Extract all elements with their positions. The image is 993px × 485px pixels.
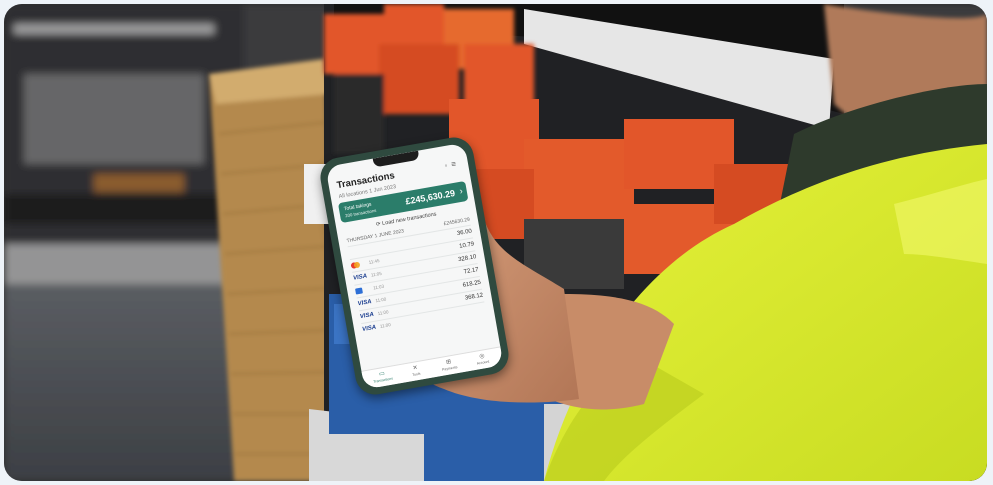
tab-account[interactable]: ◎ Account [467, 350, 497, 367]
transaction-value: 36.00 [456, 228, 473, 238]
tab-tools[interactable]: ✕ Tools [401, 362, 431, 379]
tab-label: Transactions [372, 376, 394, 384]
visa-icon: VISA [361, 324, 377, 333]
total-amount: £245,630.29 [404, 187, 456, 207]
transaction-value: 618.25 [462, 279, 482, 289]
tab-label: Tools [412, 371, 421, 377]
transaction-value: 72.17 [463, 266, 480, 276]
plus-icon: ⊞ [445, 359, 452, 366]
visa-icon: VISA [359, 311, 375, 321]
tools-icon: ✕ [412, 365, 419, 372]
tab-label: Payments [441, 365, 458, 372]
transaction-time: 11:05 [370, 270, 383, 278]
transaction-time: 11:00 [375, 296, 387, 304]
tab-payments[interactable]: ⊞ Payments [434, 356, 464, 373]
transaction-time: 11:00 [379, 322, 392, 329]
account-icon: ◎ [478, 353, 486, 361]
transaction-value: 368.12 [464, 292, 484, 302]
tab-transactions[interactable]: ▭ Transactions [367, 368, 397, 385]
tab-label: Account [476, 359, 490, 366]
transaction-value: 328.10 [457, 254, 477, 264]
header-icons: ◦≡ [444, 159, 461, 171]
transaction-time: 11:45 [368, 258, 380, 265]
card-reader-icon: ▭ [378, 370, 386, 378]
visa-icon: VISA [357, 299, 373, 308]
transaction-time: 11:00 [377, 309, 389, 317]
chevron-right-icon: › [458, 185, 464, 196]
amex-icon [355, 287, 363, 296]
store-scene [4, 4, 987, 481]
photo-frame: Transactions ◦≡ All locations 1 Jun 2023… [4, 4, 987, 481]
filter-icon[interactable]: ≡ [450, 159, 460, 169]
visa-icon: VISA [352, 273, 368, 282]
transaction-time: 11:03 [372, 283, 385, 291]
transaction-value: 10.79 [458, 241, 475, 250]
